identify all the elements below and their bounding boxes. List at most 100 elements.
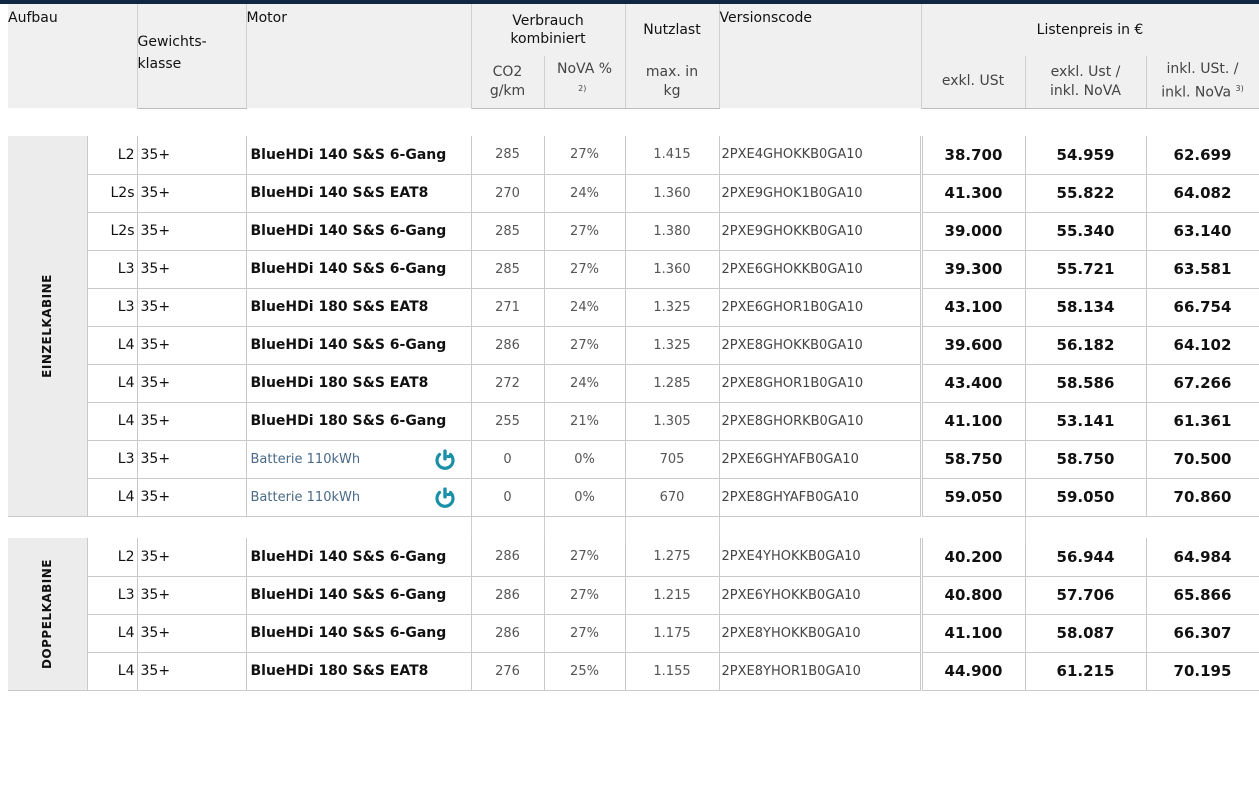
power-plug-icon xyxy=(434,487,455,508)
co2-value: 255 xyxy=(471,402,545,441)
col-verbrauch: Verbrauch kombiniert xyxy=(471,4,626,56)
payload-value: 1.380 xyxy=(625,212,720,251)
group-separator xyxy=(8,516,1259,538)
length-code: L4 xyxy=(87,614,138,653)
table-row: L4 35+ BlueHDi 180 S&S EAT8 272 24% 1.28… xyxy=(8,364,1259,403)
price-exkl-ust: 59.050 xyxy=(919,478,1026,517)
max-label: max. in xyxy=(645,63,699,80)
p2-line1: exkl. Ust / xyxy=(1050,63,1121,80)
motor-name: BlueHDi 140 S&S 6-Gang xyxy=(246,326,472,365)
price-exkl-ust: 43.400 xyxy=(919,364,1026,403)
price-inkl-ust-inkl-nova: 70.500 xyxy=(1146,440,1259,479)
version-code: 2PXE8YHOR1B0GA10 xyxy=(719,652,922,691)
col-motor: Motor xyxy=(246,4,472,108)
price-inkl-ust-inkl-nova: 64.984 xyxy=(1146,538,1259,577)
table-row: L2s 35+ BlueHDi 140 S&S EAT8 270 24% 1.3… xyxy=(8,174,1259,213)
motor-name: BlueHDi 140 S&S 6-Gang xyxy=(246,614,472,653)
price-inkl-ust-inkl-nova: 66.754 xyxy=(1146,288,1259,327)
version-code: 2PXE8GHYAFB0GA10 xyxy=(719,478,922,517)
nova-value: 24% xyxy=(544,364,626,403)
length-code: L3 xyxy=(87,440,138,479)
motor-name: BlueHDi 140 S&S 6-Gang xyxy=(246,250,472,289)
co2-label: CO2 xyxy=(492,63,523,80)
price-exkl-ust: 39.300 xyxy=(919,250,1026,289)
price-exkl-ust: 41.100 xyxy=(919,614,1026,653)
price-exkl-ust: 40.200 xyxy=(919,538,1026,577)
nova-value: 25% xyxy=(544,652,626,691)
table-row: L4 35+ BlueHDi 140 S&S 6-Gang 286 27% 1.… xyxy=(8,614,1259,653)
table-row: L3 35+ BlueHDi 180 S&S EAT8 271 24% 1.32… xyxy=(8,288,1259,327)
length-code: L2 xyxy=(87,538,138,577)
length-code: L2 xyxy=(87,136,138,175)
price-table: Aufbau Gewichts- Motor Verbrauch kombini… xyxy=(8,4,1259,691)
price-exkl-ust-inkl-nova: 56.944 xyxy=(1025,538,1147,577)
co2-value: 286 xyxy=(471,614,545,653)
co2-value: 0 xyxy=(471,478,545,517)
price-inkl-ust-inkl-nova: 67.266 xyxy=(1146,364,1259,403)
motor-name: BlueHDi 140 S&S 6-Gang xyxy=(246,212,472,251)
price-inkl-ust-inkl-nova: 70.195 xyxy=(1146,652,1259,691)
length-code: L2s xyxy=(87,174,138,213)
version-code: 2PXE6GHYAFB0GA10 xyxy=(719,440,922,479)
p3-line2: inkl. NoVa xyxy=(1161,85,1232,102)
group-label-text: EINZELKABINE xyxy=(40,273,55,378)
motor-name: BlueHDi 140 S&S 6-Gang xyxy=(246,136,472,175)
power-plug-icon xyxy=(434,449,455,470)
nova-value: 21% xyxy=(544,402,626,441)
version-code: 2PXE4YHOKKB0GA10 xyxy=(719,538,922,577)
nova-value: 27% xyxy=(544,326,626,365)
co2-value: 270 xyxy=(471,174,545,213)
weight-class: 35+ xyxy=(137,250,247,289)
weight-class: 35+ xyxy=(137,364,247,403)
co2-value: 286 xyxy=(471,538,545,577)
price-exkl-ust: 44.900 xyxy=(919,652,1026,691)
price-exkl-ust-inkl-nova: 57.706 xyxy=(1025,576,1147,615)
nova-value: 27% xyxy=(544,136,626,175)
nova-value: 0% xyxy=(544,478,626,517)
nova-label: NoVA % xyxy=(556,61,613,78)
price-inkl-ust-inkl-nova: 62.699 xyxy=(1146,136,1259,175)
payload-value: 1.360 xyxy=(625,174,720,213)
price-inkl-ust-inkl-nova: 64.102 xyxy=(1146,326,1259,365)
table-row: DOPPELKABINE L2 35+ BlueHDi 140 S&S 6-Ga… xyxy=(8,538,1259,691)
table-row: L3 35+ Batterie 110kWh 0 0% 705 2PXE6GHY… xyxy=(8,440,1259,479)
nova-footnote: 2) xyxy=(578,84,587,94)
co2-value: 285 xyxy=(471,250,545,289)
nova-value: 27% xyxy=(544,250,626,289)
payload-value: 1.215 xyxy=(625,576,720,615)
price-inkl-ust-inkl-nova: 70.860 xyxy=(1146,478,1259,517)
price-exkl-ust-inkl-nova: 56.182 xyxy=(1025,326,1147,365)
motor-name: BlueHDi 140 S&S 6-Gang xyxy=(246,538,472,577)
weight-class: 35+ xyxy=(137,440,247,479)
col-gewicht-2: klasse xyxy=(137,56,247,109)
table-row: L4 35+ BlueHDi 140 S&S 6-Gang 286 27% 1.… xyxy=(8,326,1259,365)
price-inkl-ust-inkl-nova: 65.866 xyxy=(1146,576,1259,615)
length-code: L2s xyxy=(87,212,138,251)
co2-value: 271 xyxy=(471,288,545,327)
version-code: 2PXE4GHOKKB0GA10 xyxy=(719,136,922,175)
col-co2: CO2 g/km xyxy=(471,56,545,109)
nova-value: 0% xyxy=(544,440,626,479)
col-nova: NoVA % 2) xyxy=(544,56,626,109)
length-code: L3 xyxy=(87,288,138,327)
col-gewicht: Gewichts- xyxy=(137,4,247,56)
co2-value: 276 xyxy=(471,652,545,691)
price-exkl-ust-inkl-nova: 58.750 xyxy=(1025,440,1147,479)
version-code: 2PXE9GHOK1B0GA10 xyxy=(719,174,922,213)
col-inkl-nova: inkl. USt. / inkl. NoVa 3) xyxy=(1146,56,1259,109)
co2-value: 286 xyxy=(471,326,545,365)
motor-name: BlueHDi 180 S&S EAT8 xyxy=(246,652,472,691)
col-exkl-ust: exkl. USt xyxy=(921,56,1026,109)
motor-name: Batterie 110kWh xyxy=(246,440,472,479)
price-exkl-ust-inkl-nova: 58.586 xyxy=(1025,364,1147,403)
price-exkl-ust-inkl-nova: 61.215 xyxy=(1025,652,1147,691)
price-exkl-ust-inkl-nova: 55.721 xyxy=(1025,250,1147,289)
p3-line1: inkl. USt. / xyxy=(1166,61,1239,78)
weight-class: 35+ xyxy=(137,614,247,653)
motor-name: BlueHDi 180 S&S EAT8 xyxy=(246,364,472,403)
payload-value: 1.325 xyxy=(625,288,720,327)
version-code: 2PXE8GHORKB0GA10 xyxy=(719,402,922,441)
co2-value: 0 xyxy=(471,440,545,479)
weight-class: 35+ xyxy=(137,136,247,175)
weight-class: 35+ xyxy=(137,174,247,213)
